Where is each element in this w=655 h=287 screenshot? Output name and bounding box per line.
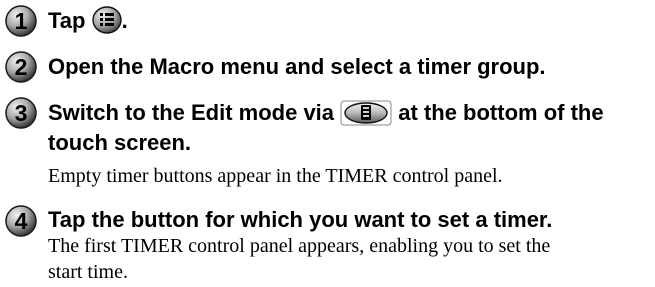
step-1: 1 Tap . xyxy=(4,4,652,38)
step-title: Switch to the Edit mode via at the botto… xyxy=(48,99,604,133)
step-number-badge: 3 xyxy=(4,96,37,129)
step-title-text-end: at the bottom of the xyxy=(392,100,604,125)
step-number-badge: 1 xyxy=(4,4,37,37)
step-title-text: Switch to the Edit mode via xyxy=(48,100,341,125)
edit-mode-button-icon[interactable] xyxy=(340,100,392,133)
step-title-text-end: . xyxy=(121,8,128,33)
step-number-badge: 2 xyxy=(4,50,37,83)
step-title: Tap the button for which you want to set… xyxy=(48,207,553,232)
step-title: Open the Macro menu and select a timer g… xyxy=(48,54,546,79)
step-3: 3 Switch to the Edit mode via at the bot… xyxy=(4,96,652,196)
step-4: 4 Tap the button for which you want to s… xyxy=(4,204,652,286)
step-number: 3 xyxy=(15,100,28,126)
step-description: Empty timer buttons appear in the TIMER … xyxy=(48,165,503,187)
step-number: 1 xyxy=(15,8,28,34)
step-title-line2: touch screen. xyxy=(48,130,192,155)
step-description-line1: The first TIMER control panel appears, e… xyxy=(48,235,551,257)
step-title-text: Tap xyxy=(48,8,92,33)
step-title: Tap . xyxy=(48,6,128,41)
list-menu-icon[interactable] xyxy=(91,6,122,41)
step-2: 2 Open the Macro menu and select a timer… xyxy=(4,50,652,84)
step-number: 4 xyxy=(15,208,28,234)
step-number-badge: 4 xyxy=(4,204,37,237)
step-number: 2 xyxy=(15,54,28,80)
step-description-line2: start time. xyxy=(48,261,128,283)
